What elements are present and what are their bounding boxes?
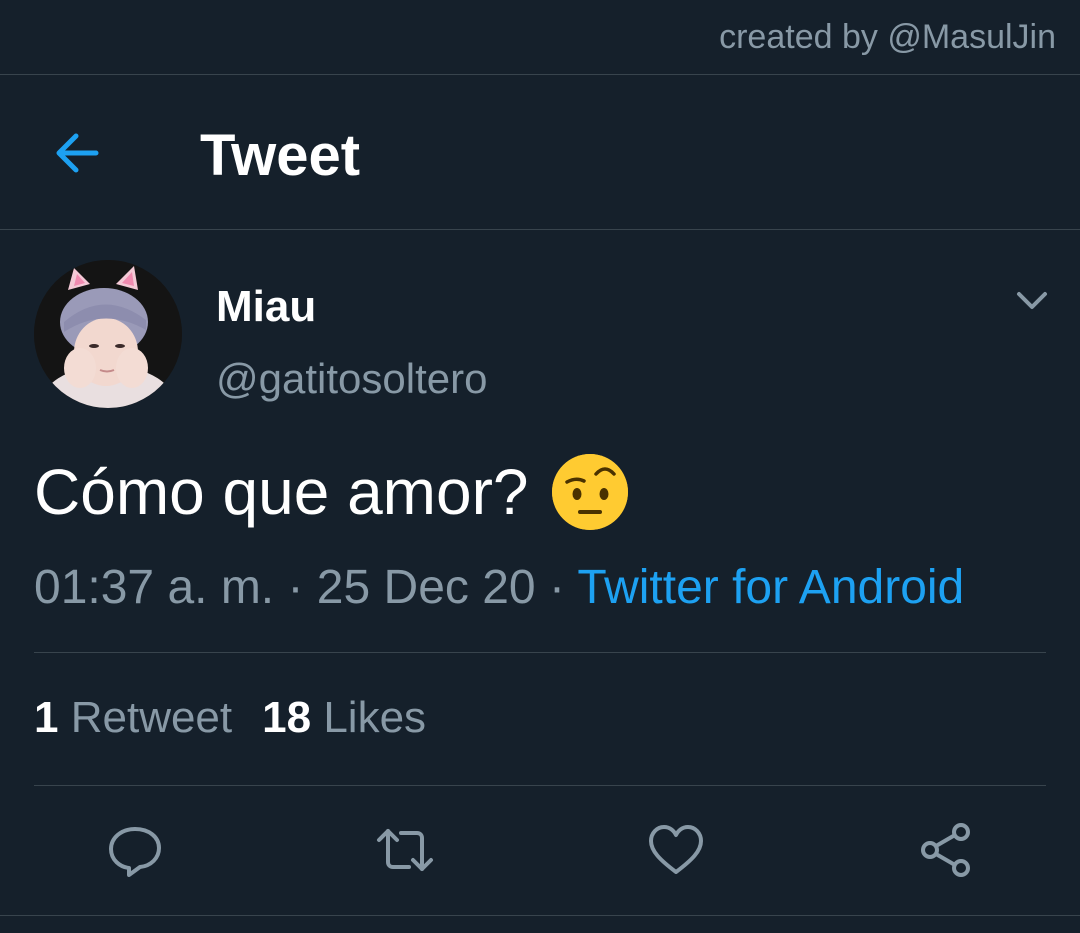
watermark-credit: created by @MasulJin	[719, 18, 1056, 56]
retweets-label: Retweet	[70, 693, 233, 742]
tweet-body: Cómo que amor?	[34, 456, 529, 528]
top-divider	[0, 74, 1080, 75]
retweet-icon	[377, 829, 433, 871]
tweet-text: Cómo que amor?	[34, 452, 630, 532]
meta-separator: ·	[274, 561, 317, 614]
header-divider	[0, 229, 1080, 230]
tweet-source-link[interactable]: Twitter for Android	[577, 561, 964, 614]
likes-count: 18	[262, 693, 312, 742]
tweet-stats: 1 Retweet 18 Likes	[34, 693, 456, 743]
share-button[interactable]	[916, 820, 976, 880]
raised-eyebrow-emoji-icon	[550, 452, 630, 532]
tweet-time: 01:37 a. m.	[34, 561, 275, 614]
retweets-count: 1	[34, 693, 59, 742]
reply-button[interactable]	[105, 820, 165, 880]
meta-separator: ·	[535, 561, 578, 614]
like-icon	[649, 825, 703, 874]
author-display-name[interactable]: Miau	[216, 282, 316, 332]
avatar-photo	[34, 260, 182, 408]
chevron-down-icon	[1017, 292, 1047, 309]
tweet-date: 25 Dec 20	[316, 561, 536, 614]
reply-icon	[109, 827, 161, 877]
tweet-meta: 01:37 a. m. · 25 Dec 20 · Twitter for An…	[34, 560, 964, 615]
share-icon	[921, 823, 970, 877]
page-title: Tweet	[200, 123, 361, 188]
retweets-stat[interactable]: 1 Retweet	[34, 693, 232, 742]
meta-divider	[34, 652, 1046, 653]
like-button[interactable]	[646, 820, 706, 880]
tweet-options-button[interactable]	[1010, 282, 1054, 318]
stats-divider	[34, 785, 1046, 786]
likes-label: Likes	[323, 693, 427, 742]
avatar[interactable]	[34, 260, 182, 408]
arrow-left-icon	[56, 133, 99, 173]
bottom-divider	[0, 915, 1080, 916]
retweet-button[interactable]	[375, 820, 435, 880]
back-button[interactable]	[48, 125, 108, 181]
author-handle[interactable]: @gatitosoltero	[216, 355, 487, 403]
likes-stat[interactable]: 18 Likes	[262, 693, 426, 742]
